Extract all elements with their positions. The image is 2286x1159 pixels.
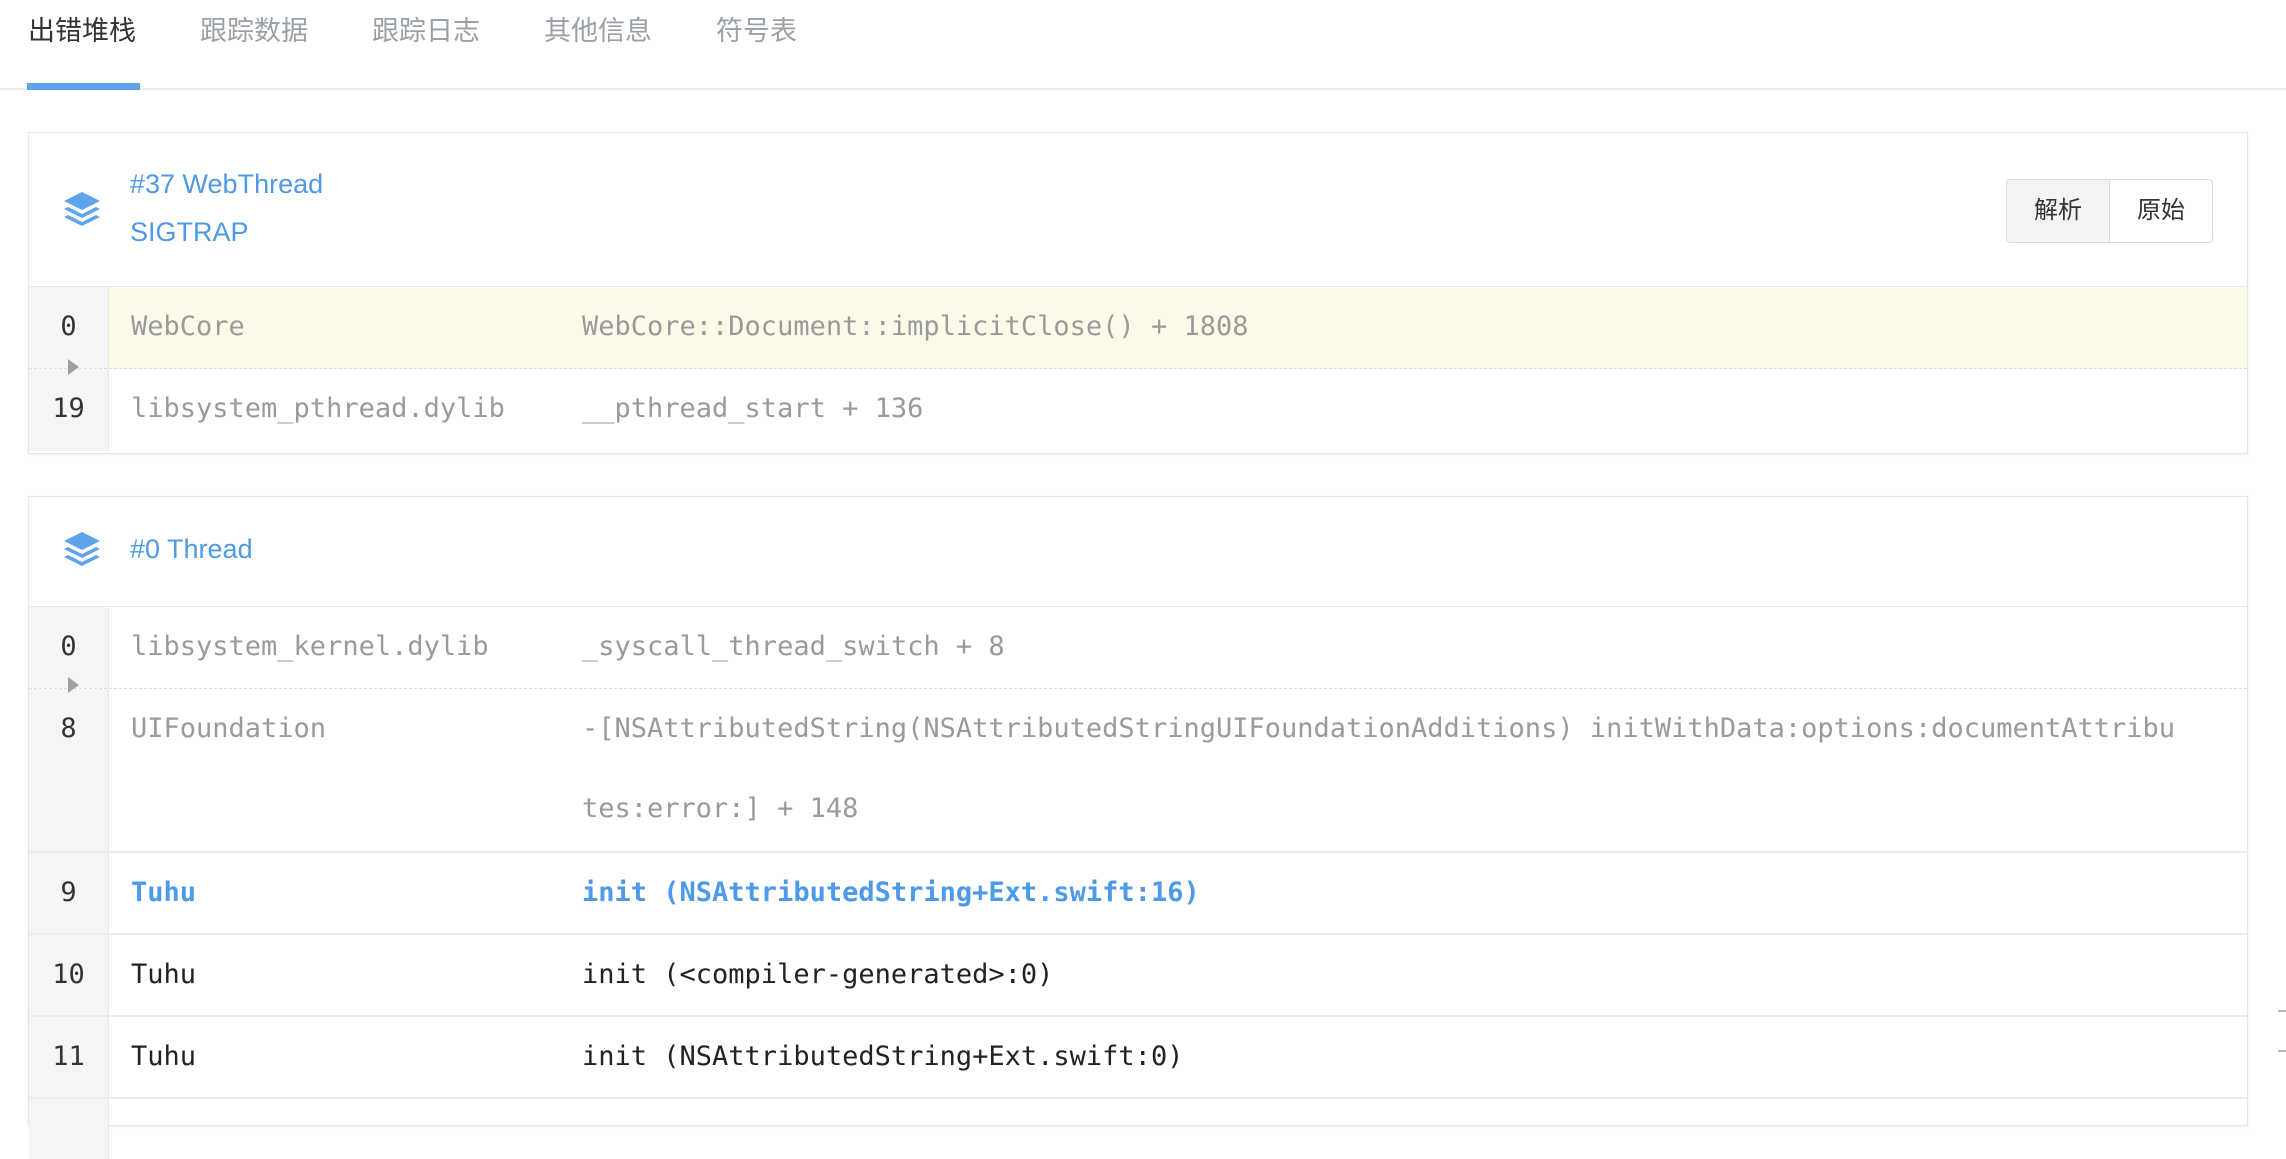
tab-trace-log[interactable]: 跟踪日志 xyxy=(372,0,480,88)
frame-index: 10 xyxy=(29,935,109,1015)
layers-icon xyxy=(64,532,100,566)
frame-index: 9 xyxy=(29,853,109,933)
tab-trace-data[interactable]: 跟踪数据 xyxy=(200,0,308,88)
frame-library: Tuhu xyxy=(131,959,197,990)
tab-other-info[interactable]: 其他信息 xyxy=(544,0,652,88)
thread-panel-main: #0 Thread 0 libsystem_kernel.dylib _sysc… xyxy=(28,496,2248,1159)
frame-symbol: __pthread_start + 136 xyxy=(582,393,924,424)
frame-symbol: init (<compiler-generated>:0) xyxy=(582,959,1054,990)
thread-header: #0 Thread xyxy=(29,497,2247,607)
frame-symbol: -[NSAttributedString(NSAttributedStringU… xyxy=(582,713,2176,824)
frame-library: libsystem_pthread.dylib xyxy=(131,393,505,424)
frame-library: WebCore xyxy=(131,311,245,342)
frame-library: UIFoundation xyxy=(131,713,327,744)
stack-frame-row[interactable]: 9 Tuhu init (NSAttributedString+Ext.swif… xyxy=(29,853,2247,935)
thread-header: #37 WebThread SIGTRAP 解析 原始 xyxy=(29,133,2247,287)
frame-index: 8 xyxy=(29,689,109,851)
tab-error-stack[interactable]: 出错堆栈 xyxy=(28,0,136,88)
thread-panel-webthread: #37 WebThread SIGTRAP 解析 原始 0 WebCore We… xyxy=(28,132,2248,454)
raw-view-button[interactable]: 原始 xyxy=(2109,180,2212,242)
active-tab-indicator xyxy=(27,83,140,90)
layers-icon xyxy=(64,192,100,226)
scroll-edge-mark xyxy=(2278,1010,2286,1012)
tab-bar: 出错堆栈 跟踪数据 跟踪日志 其他信息 符号表 xyxy=(0,0,2286,90)
tab-symbol-table[interactable]: 符号表 xyxy=(716,0,797,88)
frame-symbol: _syscall_thread_switch + 8 xyxy=(582,631,1005,662)
frame-symbol: init (NSAttributedString+Ext.swift:0) xyxy=(582,1041,1184,1072)
thread-name[interactable]: #37 WebThread xyxy=(130,169,323,200)
frame-library: libsystem_kernel.dylib xyxy=(131,631,489,662)
frame-library: Tuhu xyxy=(131,1041,197,1072)
stack-frame-row[interactable]: 8 UIFoundation -[NSAttributedString(NSAt… xyxy=(29,689,2247,853)
frame-index: 0 xyxy=(29,287,109,368)
view-mode-toggle: 解析 原始 xyxy=(2006,179,2213,243)
frame-index: 0 xyxy=(29,607,109,688)
expand-collapsed-frames-icon[interactable] xyxy=(68,359,79,375)
frame-index: 19 xyxy=(29,369,109,451)
stack-frame-row[interactable]: 10 Tuhu init (<compiler-generated>:0) xyxy=(29,935,2247,1017)
stack-frame-row[interactable] xyxy=(29,1099,2247,1159)
stack-frame-row[interactable]: 19 libsystem_pthread.dylib __pthread_sta… xyxy=(29,369,2247,451)
stack-frame-row[interactable]: 0 WebCore WebCore::Document::implicitClo… xyxy=(29,287,2247,369)
thread-name[interactable]: #0 Thread xyxy=(130,534,253,565)
frame-library: Tuhu xyxy=(131,877,197,908)
signal-name: SIGTRAP xyxy=(130,217,249,247)
frame-symbol: init (NSAttributedString+Ext.swift:16) xyxy=(582,877,1200,908)
scroll-edge-mark xyxy=(2278,1050,2286,1052)
stack-frame-row[interactable]: 0 libsystem_kernel.dylib _syscall_thread… xyxy=(29,607,2247,689)
parsed-view-button[interactable]: 解析 xyxy=(2007,180,2109,242)
frame-index: 11 xyxy=(29,1017,109,1097)
stack-frame-row[interactable]: 11 Tuhu init (NSAttributedString+Ext.swi… xyxy=(29,1017,2247,1099)
frame-index xyxy=(29,1099,109,1159)
expand-collapsed-frames-icon[interactable] xyxy=(68,677,79,693)
frame-symbol: WebCore::Document::implicitClose() + 180… xyxy=(582,311,1249,342)
